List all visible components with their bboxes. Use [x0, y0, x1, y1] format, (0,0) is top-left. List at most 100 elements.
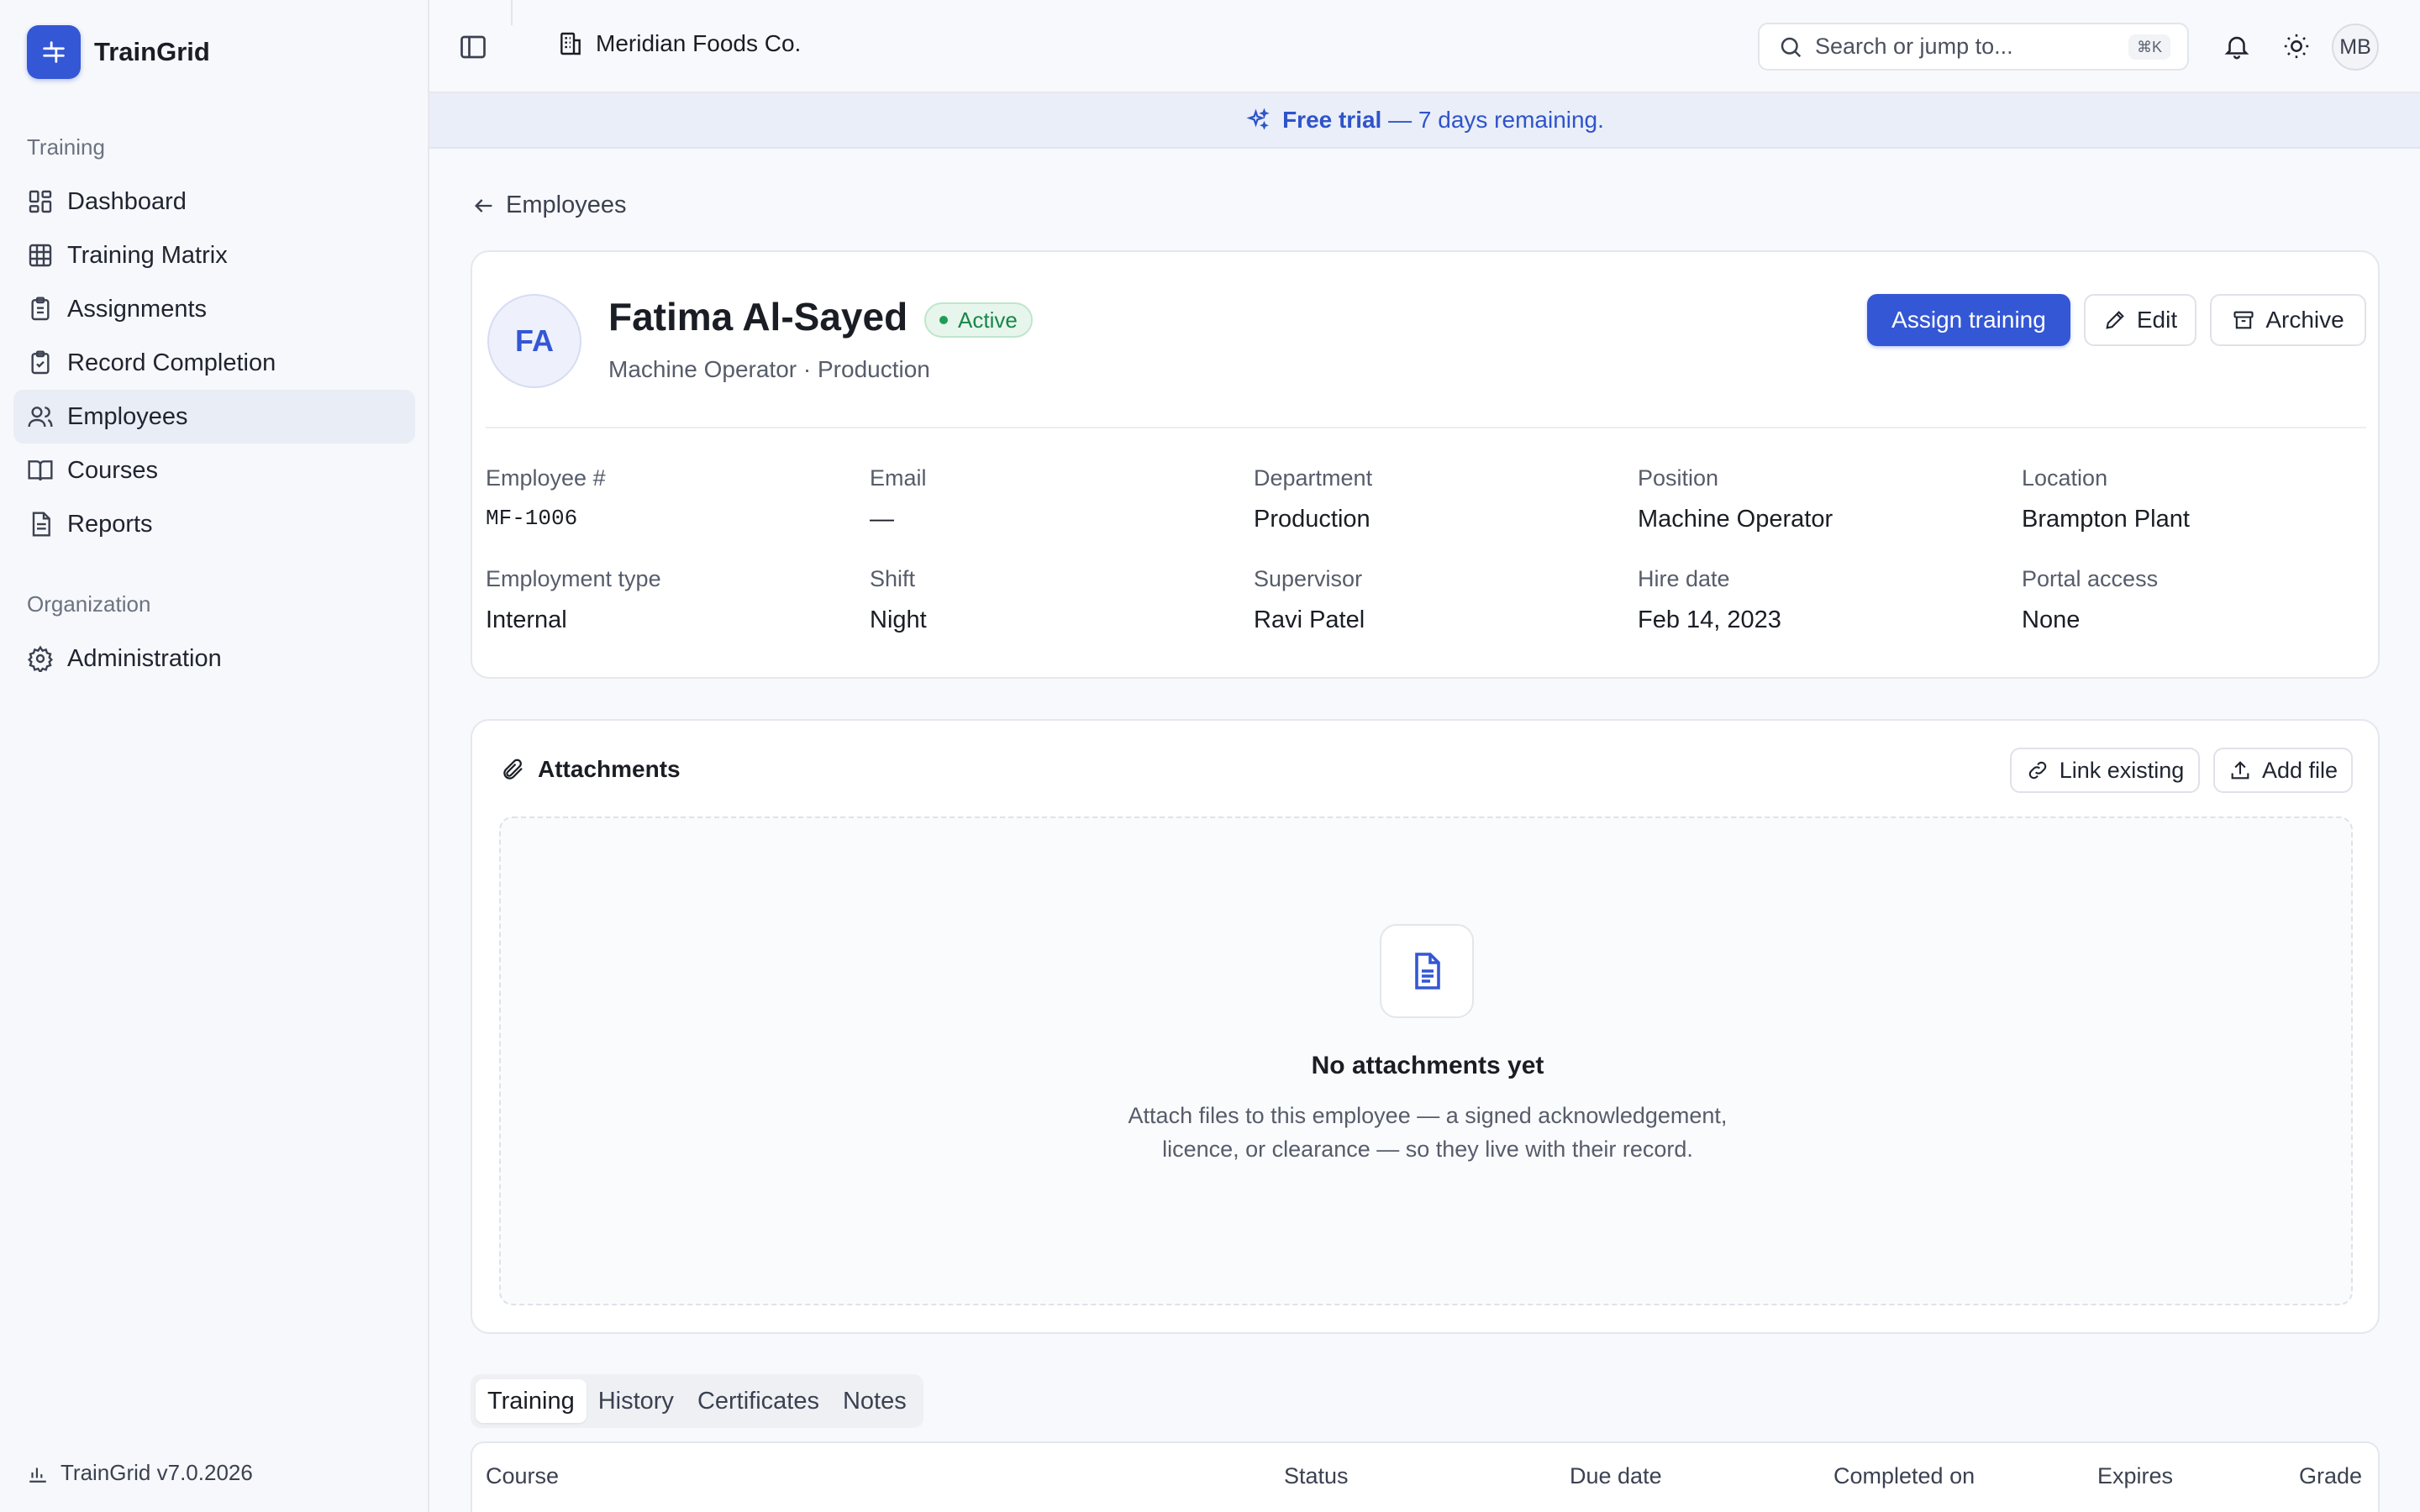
sidebar-item-courses[interactable]: Courses: [13, 444, 415, 497]
column-header-grade[interactable]: Grade: [2299, 1463, 2362, 1489]
employee-tabs: Training History Certificates Notes: [471, 1374, 923, 1428]
pencil-icon: [2106, 311, 2124, 329]
field-value-hire-date: Feb 14, 2023: [1638, 606, 1781, 633]
link-icon: [2028, 761, 2046, 780]
add-file-label: Add file: [2261, 757, 2338, 783]
sidebar-item-label: Employees: [67, 402, 188, 430]
empty-state-icon-box: [1380, 924, 1474, 1018]
trial-banner-text: — 7 days remaining.: [1381, 107, 1604, 133]
training-table: Course Status Due date Completed on Expi…: [471, 1441, 2380, 1512]
sidebar-item-label: Training Matrix: [67, 241, 228, 269]
sidebar-item-record-completion[interactable]: Record Completion: [13, 336, 415, 390]
gear-icon: [27, 645, 54, 672]
clipboard-icon: [31, 297, 50, 321]
sidebar-item-assignments[interactable]: Assignments: [13, 282, 415, 336]
bell-icon[interactable]: [2223, 32, 2251, 60]
sidebar: TrainGrid Training Dashboard Training Ma…: [0, 0, 429, 1512]
attachments-header: Attachments: [501, 756, 681, 783]
field-label-portal-access: Portal access: [2022, 566, 2159, 591]
field-value-position: Machine Operator: [1638, 506, 1833, 533]
user-avatar[interactable]: MB: [2332, 24, 2379, 71]
search-icon: [1781, 37, 1802, 57]
report-icon: [32, 512, 50, 537]
employee-avatar: FA: [487, 294, 581, 388]
field-value-shift: Night: [870, 606, 927, 633]
column-header-course[interactable]: Course: [486, 1463, 559, 1489]
column-header-due-date[interactable]: Due date: [1570, 1463, 1662, 1489]
grid-icon: [29, 244, 52, 267]
arrow-left-icon: [475, 198, 492, 213]
field-label-position: Position: [1638, 465, 1719, 491]
brand[interactable]: TrainGrid: [27, 25, 210, 79]
column-header-completed-on[interactable]: Completed on: [1833, 1463, 1975, 1489]
field-label-supervisor: Supervisor: [1254, 566, 1363, 591]
field-label-location: Location: [2022, 465, 2108, 491]
sidebar-toggle-icon[interactable]: [458, 32, 488, 62]
empty-state-title: No attachments yet: [1311, 1052, 1544, 1079]
sidebar-item-training-matrix[interactable]: Training Matrix: [13, 228, 415, 282]
trial-banner-strong: Free trial: [1282, 107, 1382, 133]
search-shortcut: ⌘K: [2128, 34, 2170, 60]
upload-icon: [2231, 761, 2249, 780]
search-input[interactable]: Search or jump to... ⌘K: [1758, 23, 2189, 71]
column-header-expires[interactable]: Expires: [2097, 1463, 2173, 1489]
topbar-divider: [511, 0, 513, 25]
field-label-email: Email: [870, 465, 927, 491]
field-label-hire-date: Hire date: [1638, 566, 1730, 591]
field-value-location: Brampton Plant: [2022, 506, 2190, 533]
empty-state-description: Attach files to this employee — a signed…: [1128, 1103, 1728, 1162]
tab-certificates[interactable]: Certificates: [686, 1379, 831, 1423]
app-version: TrainGrid v7.0.2026: [27, 1460, 253, 1486]
book-icon: [28, 460, 53, 481]
edit-button[interactable]: Edit: [2084, 294, 2196, 346]
status-label: Active: [958, 307, 1018, 333]
tab-notes[interactable]: Notes: [831, 1379, 918, 1423]
bar-chart-icon: [29, 1467, 46, 1483]
link-existing-button[interactable]: Link existing: [2010, 748, 2200, 793]
profile-divider: [486, 427, 2366, 428]
field-label-employment-type: Employment type: [486, 566, 661, 591]
sidebar-item-label: Reports: [67, 510, 153, 538]
org-switcher[interactable]: Meridian Foods Co.: [557, 30, 801, 57]
field-value-department: Production: [1254, 506, 1370, 533]
org-name: Meridian Foods Co.: [596, 30, 802, 56]
field-label-department: Department: [1254, 465, 1373, 491]
dashboard-icon: [29, 190, 52, 213]
sidebar-item-reports[interactable]: Reports: [13, 497, 415, 551]
edit-button-label: Edit: [2136, 307, 2178, 333]
sidebar-item-label: Assignments: [67, 295, 208, 323]
sidebar-item-label: Record Completion: [67, 349, 276, 376]
trial-banner: Free trial — 7 days remaining.: [429, 93, 2420, 149]
sidebar-item-administration[interactable]: Administration: [13, 632, 415, 685]
sidebar-item-label: Courses: [67, 456, 158, 484]
assign-training-button[interactable]: Assign training: [1867, 294, 2070, 346]
document-icon: [1415, 953, 1440, 990]
topbar: Meridian Foods Co. Search or jump to... …: [429, 0, 2420, 93]
field-value-email: —: [870, 506, 894, 533]
employee-name: Fatima Al-Sayed: [608, 295, 908, 339]
sparkles-icon: [1246, 108, 1270, 130]
field-value-employment-type: Internal: [486, 606, 567, 633]
attachments-card: Attachments Link existing Add file No at…: [471, 719, 2380, 1334]
sidebar-item-employees[interactable]: Employees: [13, 390, 415, 444]
tab-history[interactable]: History: [587, 1379, 686, 1423]
add-file-button[interactable]: Add file: [2213, 748, 2353, 793]
building-icon: [560, 32, 581, 55]
status-badge: Active: [924, 302, 1033, 338]
nav-section-training: Training: [27, 134, 105, 160]
back-link[interactable]: Employees: [472, 192, 626, 219]
attachments-title: Attachments: [538, 756, 681, 782]
sidebar-item-dashboard[interactable]: Dashboard: [13, 175, 415, 228]
column-header-status[interactable]: Status: [1284, 1463, 1349, 1489]
clipboard-check-icon: [31, 350, 50, 375]
version-label: TrainGrid v7.0.2026: [60, 1460, 253, 1485]
attachments-dropzone[interactable]: No attachments yet Attach files to this …: [499, 816, 2353, 1305]
archive-button[interactable]: Archive: [2210, 294, 2366, 346]
theme-toggle-icon[interactable]: [2282, 32, 2311, 60]
users-icon: [28, 407, 53, 428]
tab-training[interactable]: Training: [476, 1379, 587, 1423]
search-placeholder: Search or jump to...: [1815, 34, 2013, 59]
archive-icon: [2233, 311, 2254, 329]
paperclip-icon: [503, 759, 523, 780]
employee-profile-card: FA Fatima Al-Sayed Active Machine Operat…: [471, 250, 2380, 679]
